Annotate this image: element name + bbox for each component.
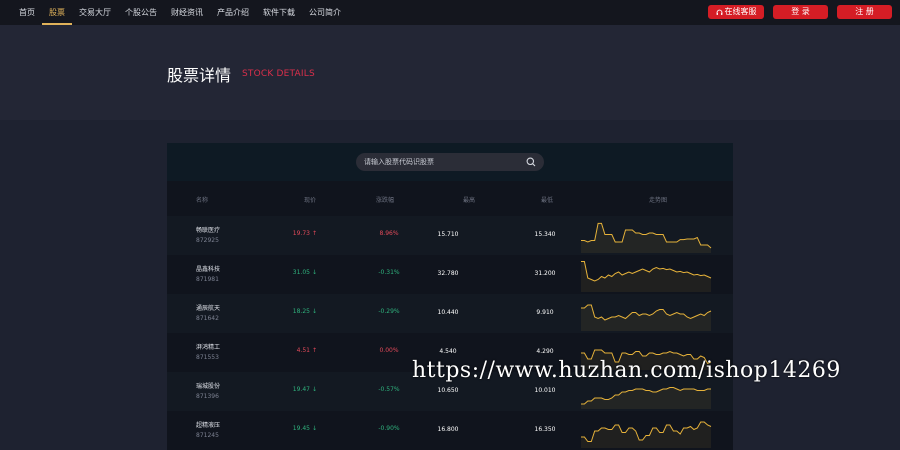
stock-code: 871642	[196, 315, 219, 322]
login-button[interactable]: 登 录	[773, 5, 828, 19]
nav-item-download[interactable]: 软件下载	[256, 0, 302, 25]
stock-price-value: 19.47	[292, 386, 310, 393]
watermark-url: https://www.huzhan.com/ishop14269	[412, 358, 841, 383]
online-service-button[interactable]: 在线客服	[708, 5, 764, 19]
page-title: 股票详情	[167, 66, 232, 85]
stock-price: 18.25 ↓	[293, 308, 317, 315]
stock-price: 31.05 ↓	[293, 269, 317, 276]
stock-code: 872925	[196, 237, 219, 244]
stock-name: 超精液压	[196, 422, 221, 429]
stock-price-value: 31.05	[292, 269, 310, 276]
nav-buttons: 在线客服 登 录 注 册	[708, 5, 892, 19]
stock-high: 10.650	[437, 387, 459, 394]
stock-name: 通辰航天	[196, 305, 221, 312]
nav-item-news[interactable]: 财经资讯	[164, 0, 210, 25]
nav-item-announcements[interactable]: 个股公告	[118, 0, 164, 25]
page-subtitle: STOCK DETAILS	[242, 69, 315, 79]
stock-low: 10.010	[534, 387, 556, 394]
nav-item-stocks[interactable]: 股票	[42, 0, 72, 25]
nav-item-products[interactable]: 产品介绍	[210, 0, 256, 25]
trend-sparkline	[581, 261, 712, 292]
stock-code: 871396	[196, 393, 219, 400]
stock-code: 871981	[196, 276, 219, 283]
table-row[interactable]: 晶鑫科技 871981 31.05 ↓ -0.31% 32.780 31.200	[167, 255, 733, 294]
header-trend: 走势图	[649, 197, 668, 204]
header-name: 名称	[196, 197, 209, 204]
table-row[interactable]: 超精液压 871245 19.45 ↓ -0.90% 16.800 16.350	[167, 411, 733, 450]
stock-change: -0.90%	[378, 425, 400, 432]
table-row[interactable]: 畅联医疗 872925 19.73 ↑ 8.96% 15.710 15.340	[167, 216, 733, 255]
stock-change: -0.29%	[378, 308, 400, 315]
headset-icon	[716, 9, 722, 15]
nav-item-about[interactable]: 公司简介	[302, 0, 348, 25]
stock-low: 16.350	[534, 426, 556, 433]
nav-menu: 首页 股票 交易大厅 个股公告 财经资讯 产品介绍 软件下载 公司简介	[12, 0, 348, 25]
stock-low: 4.290	[536, 348, 554, 355]
stock-name: 湃鸿精工	[196, 344, 221, 351]
arrow-up-icon: ↑	[311, 347, 317, 354]
register-button[interactable]: 注 册	[837, 5, 892, 19]
table-row[interactable]: 通辰航天 871642 18.25 ↓ -0.29% 10.440 9.910	[167, 294, 733, 333]
stock-name: 晶鑫科技	[196, 266, 221, 273]
trend-sparkline	[581, 421, 712, 448]
search-bar	[167, 143, 733, 181]
arrow-up-icon: ↑	[311, 230, 317, 237]
header-price: 现价	[304, 197, 317, 204]
stock-price: 19.47 ↓	[293, 386, 317, 393]
stock-low: 15.340	[534, 231, 556, 238]
arrow-down-icon: ↓	[311, 425, 317, 432]
header-low: 最低	[541, 197, 554, 204]
stock-high: 15.710	[437, 231, 459, 238]
arrow-down-icon: ↓	[311, 269, 317, 276]
stock-code: 871553	[196, 354, 219, 361]
trend-sparkline	[581, 304, 712, 331]
stock-high: 32.780	[437, 270, 459, 277]
search-box	[356, 153, 544, 171]
trend-area	[581, 223, 711, 253]
stock-change: 8.96%	[379, 230, 399, 237]
stock-high: 4.540	[439, 348, 457, 355]
stock-price-value: 19.73	[292, 230, 310, 237]
nav-item-home[interactable]: 首页	[12, 0, 42, 25]
stock-name: 瑞城股份	[196, 383, 221, 390]
arrow-down-icon: ↓	[311, 308, 317, 315]
stock-price-value: 19.45	[292, 425, 310, 432]
stock-panel: 名称 现价 涨跌幅 最高 最低 走势图 畅联医疗87292519.73↑8.96…	[167, 143, 733, 450]
stock-code: 871245	[196, 432, 219, 439]
arrow-down-icon: ↓	[311, 386, 317, 393]
trend-sparkline	[581, 222, 712, 253]
stock-price-value: 18.25	[292, 308, 310, 315]
table-header: 名称 现价 涨跌幅 最高 最低 走势图	[167, 181, 733, 216]
hero-banner	[0, 25, 900, 120]
stock-change: 0.00%	[379, 347, 399, 354]
stock-price: 4.51 ↑	[297, 347, 317, 354]
stock-price: 19.45 ↓	[293, 425, 317, 432]
stock-high: 10.440	[437, 309, 459, 316]
online-service-label: 在线客服	[724, 7, 757, 16]
stock-name: 畅联医疗	[196, 227, 221, 234]
stock-low: 9.910	[536, 309, 554, 316]
header-high: 最高	[463, 197, 476, 204]
stock-price: 19.73 ↑	[293, 230, 317, 237]
stock-change: -0.31%	[378, 269, 400, 276]
stock-low: 31.200	[534, 270, 556, 277]
search-icon[interactable]	[526, 157, 536, 167]
stock-high: 16.800	[437, 426, 459, 433]
stock-change: -0.57%	[378, 386, 400, 393]
top-navigation: 首页 股票 交易大厅 个股公告 财经资讯 产品介绍 软件下载 公司简介 在线客服…	[0, 0, 900, 25]
nav-item-trading-hall[interactable]: 交易大厅	[72, 0, 118, 25]
search-input[interactable]	[364, 153, 514, 171]
header-change: 涨跌幅	[376, 197, 395, 204]
stock-price-value: 4.51	[296, 347, 310, 354]
